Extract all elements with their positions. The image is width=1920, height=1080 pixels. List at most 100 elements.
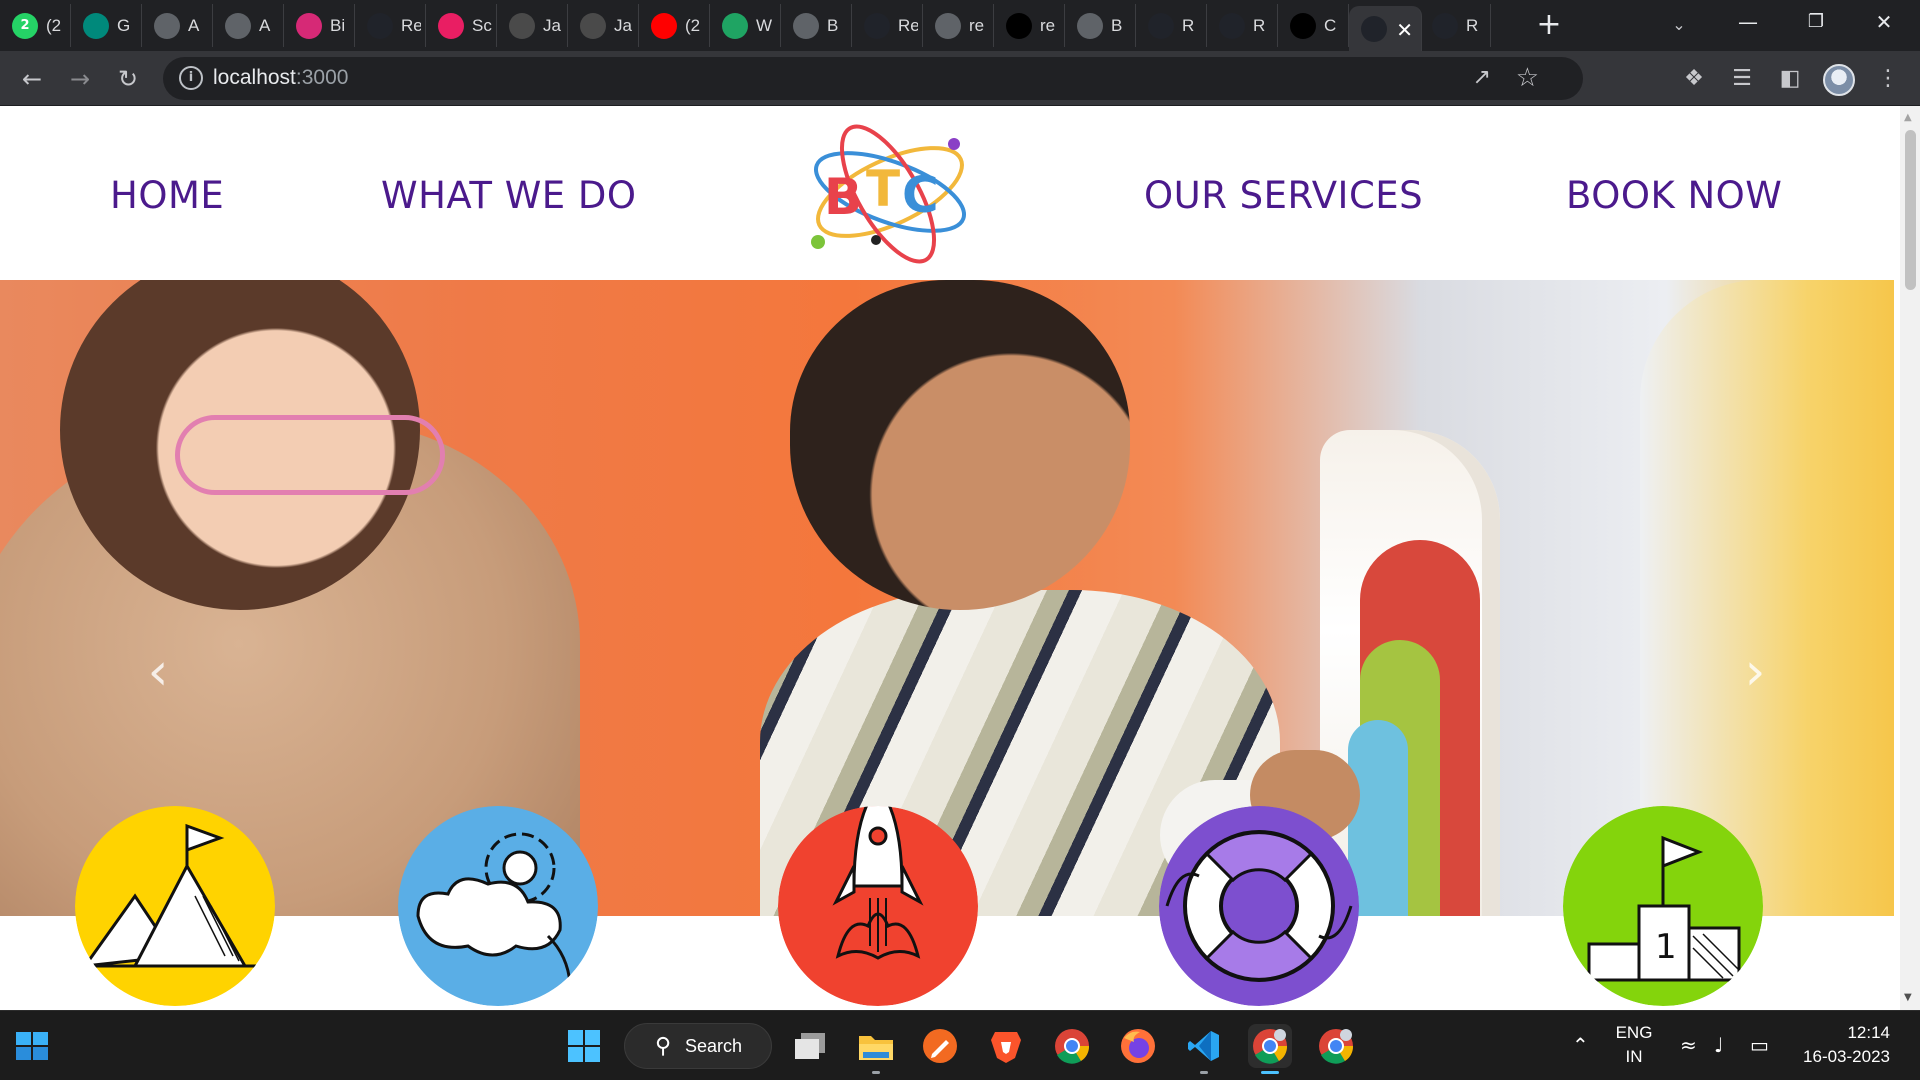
back-arrow-icon[interactable]: ← [14,61,50,97]
svg-text:T: T [866,160,900,218]
browser-tab[interactable]: Re [852,4,923,47]
browser-tab[interactable]: G [71,4,142,47]
browser-tab[interactable]: re [994,4,1065,47]
nav-our-services-link[interactable]: OUR SERVICES [1144,174,1423,217]
firefox-icon[interactable] [1116,1024,1160,1068]
browser-tab-title: Re [898,15,918,35]
browser-tab-title: A [188,15,200,35]
feature-mountain-circle[interactable] [75,806,275,1006]
minimize-icon[interactable]: — [1714,0,1782,44]
browser-tab[interactable]: A [213,4,284,47]
scroll-up-icon[interactable]: ▲ [1904,112,1912,123]
browser-tab-title: G [117,15,131,35]
sketch-app-icon[interactable] [918,1024,962,1068]
chrome-second-profile-icon[interactable] [1314,1024,1358,1068]
browser-tab[interactable]: Bi [284,4,355,47]
browser-tab[interactable]: R [1207,4,1278,47]
feature-lifebuoy-circle[interactable] [1159,806,1359,1006]
task-view-icon[interactable] [788,1024,832,1068]
feature-cloud-gear-circle[interactable] [398,806,598,1006]
browser-tab-title: B [1111,15,1123,35]
restore-icon[interactable]: ❐ [1782,0,1850,44]
mountain-flag-icon [75,806,275,1006]
wifi-icon[interactable]: ≈ [1680,1033,1697,1057]
taskbar-search[interactable]: ⚲ Search [624,1023,772,1069]
browser-tab[interactable]: ✕ [1349,6,1422,51]
extensions-puzzle-icon[interactable]: ❖ [1678,63,1710,95]
address-bar[interactable]: i localhost:3000 ↗ ☆ [163,57,1583,100]
brave-browser-icon[interactable] [984,1024,1028,1068]
bootstrap-icon [1432,12,1458,39]
browser-tab[interactable]: (2 [639,4,710,47]
language-region[interactable]: IN [1614,1047,1654,1067]
btc-logo[interactable]: B T C [804,112,972,274]
scroll-down-icon[interactable]: ▼ [1904,992,1912,1003]
rocket-icon [778,806,978,1006]
browser-tab[interactable]: B [781,4,852,47]
react-icon [1148,12,1174,39]
windows-start-icon[interactable] [10,1024,54,1068]
browser-tab-title: Ja [543,15,561,35]
carousel-next-icon[interactable]: › [1735,642,1775,702]
svg-text:C: C [902,166,939,224]
globe-icon [935,12,961,39]
browser-tab[interactable]: W [710,4,781,47]
reload-icon[interactable]: ↻ [110,61,146,97]
nav-book-now-link[interactable]: BOOK NOW [1566,174,1782,217]
media-queue-icon[interactable]: ☰ [1726,63,1758,95]
bookmark-star-icon[interactable]: ☆ [1516,63,1539,93]
profile-avatar[interactable] [1823,64,1855,96]
globe-icon [225,12,251,39]
globe-icon [1077,12,1103,39]
mountain-icon [509,12,535,39]
new-tab-button[interactable]: + [1531,8,1567,44]
browser-tab-title: R [1466,15,1479,35]
nav-what-we-do-link[interactable]: WHAT WE DO [381,174,637,217]
feature-rocket-circle[interactable] [778,806,978,1006]
browser-tab[interactable]: A [142,4,213,47]
scrollbar-thumb[interactable] [1905,130,1916,290]
battery-icon[interactable]: ▭ [1750,1033,1769,1057]
chrome-icon[interactable] [1050,1024,1094,1068]
tray-chevron-up-icon[interactable]: ⌃ [1572,1033,1589,1057]
address-port: :3000 [295,66,349,89]
browser-tab-title: B [827,15,839,35]
browser-tab[interactable]: Sc [426,4,497,47]
clock-time[interactable]: 12:14 [1790,1023,1890,1043]
close-tab-icon[interactable]: ✕ [1396,18,1413,42]
feature-podium-circle[interactable]: 1 [1563,806,1763,1006]
side-panel-icon[interactable]: ◧ [1774,63,1806,95]
browser-tab-strip: 2 (2 G A A Bi Re Sc Ja Ja (2 W B Re re re B R R C ✕ R + ⌄ — ❐… [0,0,1920,51]
browser-tab[interactable]: R [1136,4,1207,47]
browser-tab-title: Ja [614,15,632,35]
language-code[interactable]: ENG [1614,1023,1654,1043]
browser-tab[interactable]: Ja [497,4,568,47]
nav-home-link[interactable]: HOME [110,174,224,217]
browser-tab[interactable]: R [1420,4,1491,47]
site-info-icon[interactable]: i [179,66,203,90]
page-scrollbar[interactable]: ▲ ▼ [1900,106,1920,1010]
close-window-icon[interactable]: ✕ [1850,0,1918,44]
tab-search-chevron-icon[interactable]: ⌄ [1662,10,1696,40]
carousel-prev-icon[interactable]: ‹ [138,642,178,702]
share-icon[interactable]: ↗ [1473,65,1491,90]
browser-tab[interactable]: C [1278,4,1349,47]
browser-tab[interactable]: re [923,4,994,47]
start-menu-icon[interactable] [562,1024,606,1068]
react-icon [367,12,393,39]
browser-tab-title: A [259,15,271,35]
volume-icon[interactable]: ♩ [1714,1033,1723,1057]
browser-tab[interactable]: Ja [568,4,639,47]
browser-tab[interactable]: B [1065,4,1136,47]
chrome-profile-icon[interactable] [1248,1024,1292,1074]
hero-boy-head [790,280,1130,610]
browser-tab-title: Bi [330,15,346,35]
address-url[interactable]: localhost:3000 [213,66,348,90]
browser-tab[interactable]: Re [355,4,426,47]
file-explorer-icon[interactable] [854,1024,898,1074]
forward-arrow-icon[interactable]: → [62,61,98,97]
clock-date[interactable]: 16-03-2023 [1790,1047,1890,1067]
browser-tab[interactable]: 2 (2 [0,4,71,47]
chrome-menu-icon[interactable]: ⋮ [1872,63,1904,95]
vscode-icon[interactable] [1182,1024,1226,1074]
